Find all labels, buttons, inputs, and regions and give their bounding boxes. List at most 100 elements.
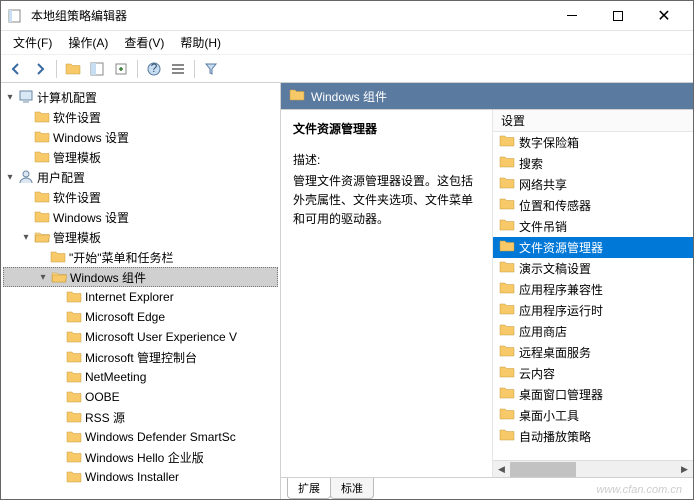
tree-item-label: Microsoft Edge [85,310,165,324]
folder-icon [289,87,305,106]
tree-item-wincomp[interactable]: ▾ Windows 组件 [3,267,278,287]
tree-item-label: 计算机配置 [37,89,97,106]
tree-item-ie[interactable]: ·Internet Explorer [3,287,278,307]
folder-icon [499,280,515,299]
folder-icon [499,217,515,236]
details-header: Windows 组件 [281,83,693,109]
details-header-title: Windows 组件 [311,88,387,105]
tree-item-label: Internet Explorer [85,290,174,304]
tree-pane[interactable]: ▾计算机配置·软件设置·Windows 设置·管理模板▾用户配置·软件设置·Wi… [1,83,281,499]
tree-item-label: Windows 设置 [53,209,129,226]
folder-icon [65,409,83,425]
folder-icon [49,249,67,265]
collapse-icon[interactable]: ▾ [19,232,33,243]
list-item[interactable]: 远程桌面服务 [493,342,693,363]
tree-item-mmc[interactable]: ·Microsoft 管理控制台 [3,347,278,367]
list-item[interactable]: 数字保险箱 [493,132,693,153]
tree-item-win[interactable]: ·Windows 设置 [3,207,278,227]
scroll-thumb[interactable] [510,462,576,477]
scroll-track[interactable] [510,461,676,478]
tree-item-edge[interactable]: ·Microsoft Edge [3,307,278,327]
tree-item-winst[interactable]: ·Windows Installer [3,467,278,487]
settings-list[interactable]: 数字保险箱搜索网络共享位置和传感器文件吊销文件资源管理器演示文稿设置应用程序兼容… [493,132,693,460]
menu-file[interactable]: 文件(F) [5,31,60,54]
list-item[interactable]: 自动播放策略 [493,426,693,447]
tree-item-pc[interactable]: ▾ 计算机配置 [3,87,278,107]
tree-item-start[interactable]: ·"开始"菜单和任务栏 [3,247,278,267]
tree-item-label: RSS 源 [85,409,125,426]
description-label: 描述: [293,151,480,168]
folder-icon [33,149,51,165]
list-item[interactable]: 应用商店 [493,321,693,342]
tree-item-soft[interactable]: ·软件设置 [3,187,278,207]
tab-standard[interactable]: 标准 [330,478,374,499]
tab-extended[interactable]: 扩展 [287,478,331,499]
list-column-header[interactable]: 设置 [493,110,693,132]
tree-item-oobe[interactable]: ·OOBE [3,387,278,407]
tree-item-mue[interactable]: ·Microsoft User Experience V [3,327,278,347]
tree-item-win[interactable]: ·Windows 设置 [3,127,278,147]
tree-item-wds[interactable]: ·Windows Defender SmartSc [3,427,278,447]
list-item-label: 自动播放策略 [519,428,591,445]
scroll-right-button[interactable]: ▶ [676,461,693,478]
export-button[interactable] [110,58,132,80]
list-item-label: 云内容 [519,365,555,382]
close-button[interactable]: ✕ [641,1,687,31]
tree-item-label: 软件设置 [53,109,101,126]
properties-button[interactable] [167,58,189,80]
list-item-label: 文件吊销 [519,218,567,235]
list-item[interactable]: 演示文稿设置 [493,258,693,279]
list-item-label: 位置和传感器 [519,197,591,214]
list-item[interactable]: 网络共享 [493,174,693,195]
tree-item-label: 管理模板 [53,149,101,166]
tree-item-whe[interactable]: ·Windows Hello 企业版 [3,447,278,467]
folder-icon [33,109,51,125]
maximize-button[interactable] [595,1,641,31]
help-button[interactable] [143,58,165,80]
collapse-icon[interactable]: ▾ [3,172,17,183]
folder-icon [499,343,515,362]
tree-item-label: OOBE [85,390,120,404]
forward-button[interactable] [29,58,51,80]
tree-item-label: Windows 组件 [70,269,146,286]
tree-item-label: 用户配置 [37,169,85,186]
list-item[interactable]: 位置和传感器 [493,195,693,216]
collapse-icon[interactable]: ▾ [36,272,50,283]
minimize-button[interactable] [549,1,595,31]
list-item[interactable]: 应用程序运行时 [493,300,693,321]
folder-icon [499,154,515,173]
list-item[interactable]: 文件吊销 [493,216,693,237]
filter-button[interactable] [200,58,222,80]
back-button[interactable] [5,58,27,80]
tree-item-soft[interactable]: ·软件设置 [3,107,278,127]
list-item[interactable]: 云内容 [493,363,693,384]
menu-view[interactable]: 查看(V) [116,31,172,54]
tree-item-label: Windows Installer [85,470,179,484]
folder-icon [65,389,83,405]
tree-item-rss[interactable]: ·RSS 源 [3,407,278,427]
list-item[interactable]: 应用程序兼容性 [493,279,693,300]
list-item-label: 远程桌面服务 [519,344,591,361]
list-item[interactable]: 搜索 [493,153,693,174]
tree-item-admin[interactable]: ·管理模板 [3,147,278,167]
list-item[interactable]: 桌面窗口管理器 [493,384,693,405]
tree-item-netm[interactable]: ·NetMeeting [3,367,278,387]
up-folder-button[interactable] [62,58,84,80]
tree-item-user[interactable]: ▾ 用户配置 [3,167,278,187]
folder-icon [65,289,83,305]
menu-help[interactable]: 帮助(H) [172,31,229,54]
horizontal-scrollbar[interactable]: ◀ ▶ [493,460,693,477]
show-pane-button[interactable] [86,58,108,80]
folder-icon [33,229,51,245]
tree-item-admin[interactable]: ▾管理模板 [3,227,278,247]
menu-action[interactable]: 操作(A) [60,31,116,54]
folder-icon [50,269,68,285]
settings-list-column: 设置 数字保险箱搜索网络共享位置和传感器文件吊销文件资源管理器演示文稿设置应用程… [493,110,693,477]
folder-icon [499,322,515,341]
list-item[interactable]: 桌面小工具 [493,405,693,426]
scroll-left-button[interactable]: ◀ [493,461,510,478]
titlebar[interactable]: 本地组策略编辑器 ✕ [1,1,693,31]
list-item[interactable]: 文件资源管理器 [493,237,693,258]
collapse-icon[interactable]: ▾ [3,92,17,103]
list-item-label: 应用程序兼容性 [519,281,603,298]
